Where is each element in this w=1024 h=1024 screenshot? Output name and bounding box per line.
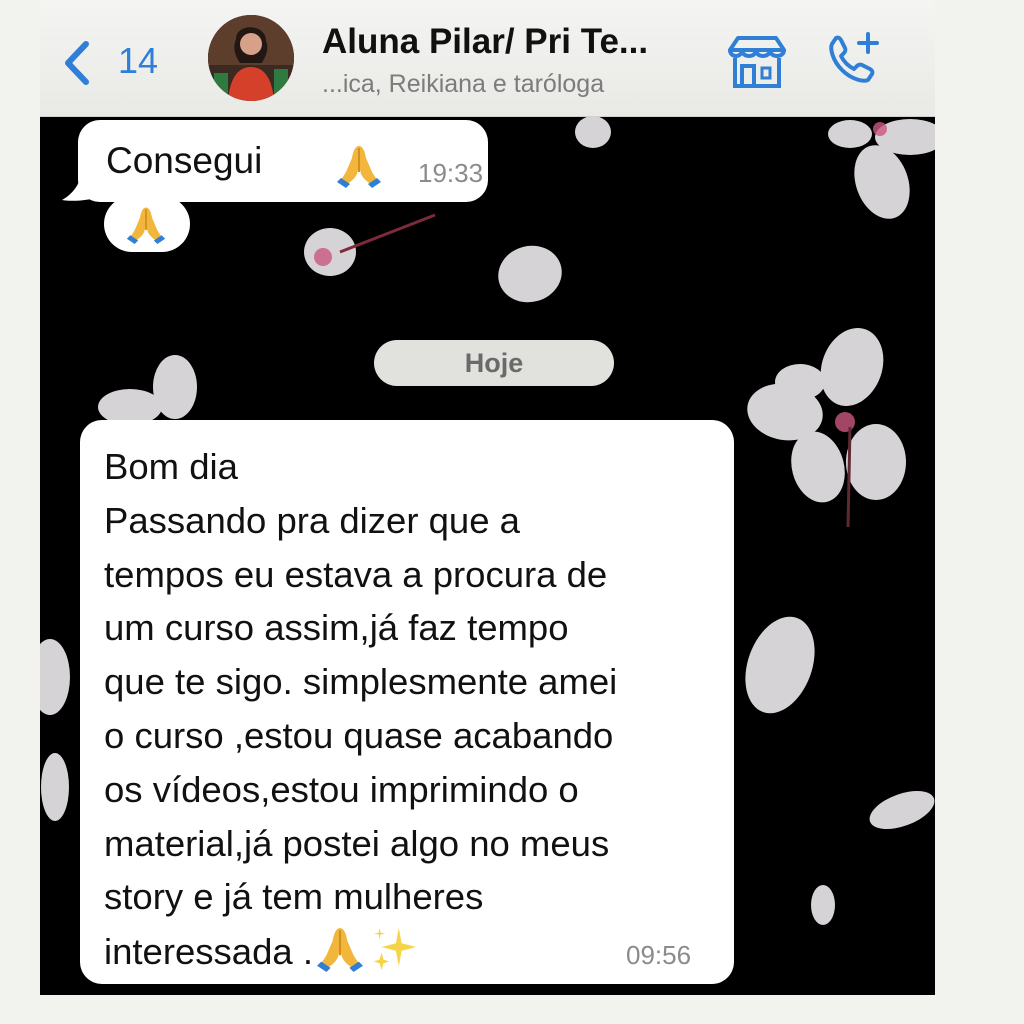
message-line: um curso assim,já faz tempo <box>104 607 569 649</box>
message-line: material,já postei algo no meus <box>104 822 610 864</box>
avatar-image <box>208 15 294 101</box>
message-line: Bom dia <box>104 446 238 487</box>
chat-screen: 14 Aluna Pilar/ Pri Te... ...ica, Reikia… <box>40 0 935 995</box>
message-line-text: interessada . <box>104 931 313 973</box>
storefront-icon <box>728 36 786 88</box>
message-text: Bom dia Passando pra dizer que a tempos … <box>104 440 724 979</box>
message-text: Consegui <box>106 140 263 181</box>
back-button[interactable]: 14 <box>60 34 190 90</box>
contact-avatar[interactable] <box>208 15 294 101</box>
message-time: 09:56 <box>626 940 692 970</box>
phone-add-icon <box>829 32 879 83</box>
folded-hands-emoji <box>313 924 367 972</box>
message-bubble-received[interactable]: Bom dia Passando pra dizer que a tempos … <box>80 420 734 984</box>
folded-hands-emoji <box>124 204 168 244</box>
folded-hands-emoji <box>334 142 384 188</box>
message-line: Passando pra dizer que a <box>104 499 520 541</box>
message-line: tempos eu estava a procura de <box>104 553 608 595</box>
message-bubble-received[interactable]: Consegui 19:33 <box>78 120 488 202</box>
message-line: os vídeos,estou imprimindo o <box>104 768 579 810</box>
unread-count: 14 <box>118 40 159 81</box>
chat-header: 14 Aluna Pilar/ Pri Te... ...ica, Reikia… <box>40 0 935 117</box>
contact-subtitle: ...ica, Reikiana e taróloga <box>322 70 605 98</box>
message-bubble-emoji[interactable] <box>104 196 190 252</box>
message-time: 19:33 <box>418 158 484 188</box>
date-separator: Hoje <box>374 340 614 386</box>
message-line: que te sigo. simplesmente amei <box>104 661 618 703</box>
sparkles-emoji <box>367 924 421 972</box>
contact-name[interactable]: Aluna Pilar/ Pri Te... <box>322 22 722 62</box>
business-catalog-button[interactable] <box>726 34 788 90</box>
message-line: o curso ,estou quase acabando <box>104 714 614 756</box>
voice-call-button[interactable] <box>822 30 884 90</box>
chevron-left-icon <box>65 41 89 85</box>
message-line: story e já tem mulheres <box>104 876 484 918</box>
